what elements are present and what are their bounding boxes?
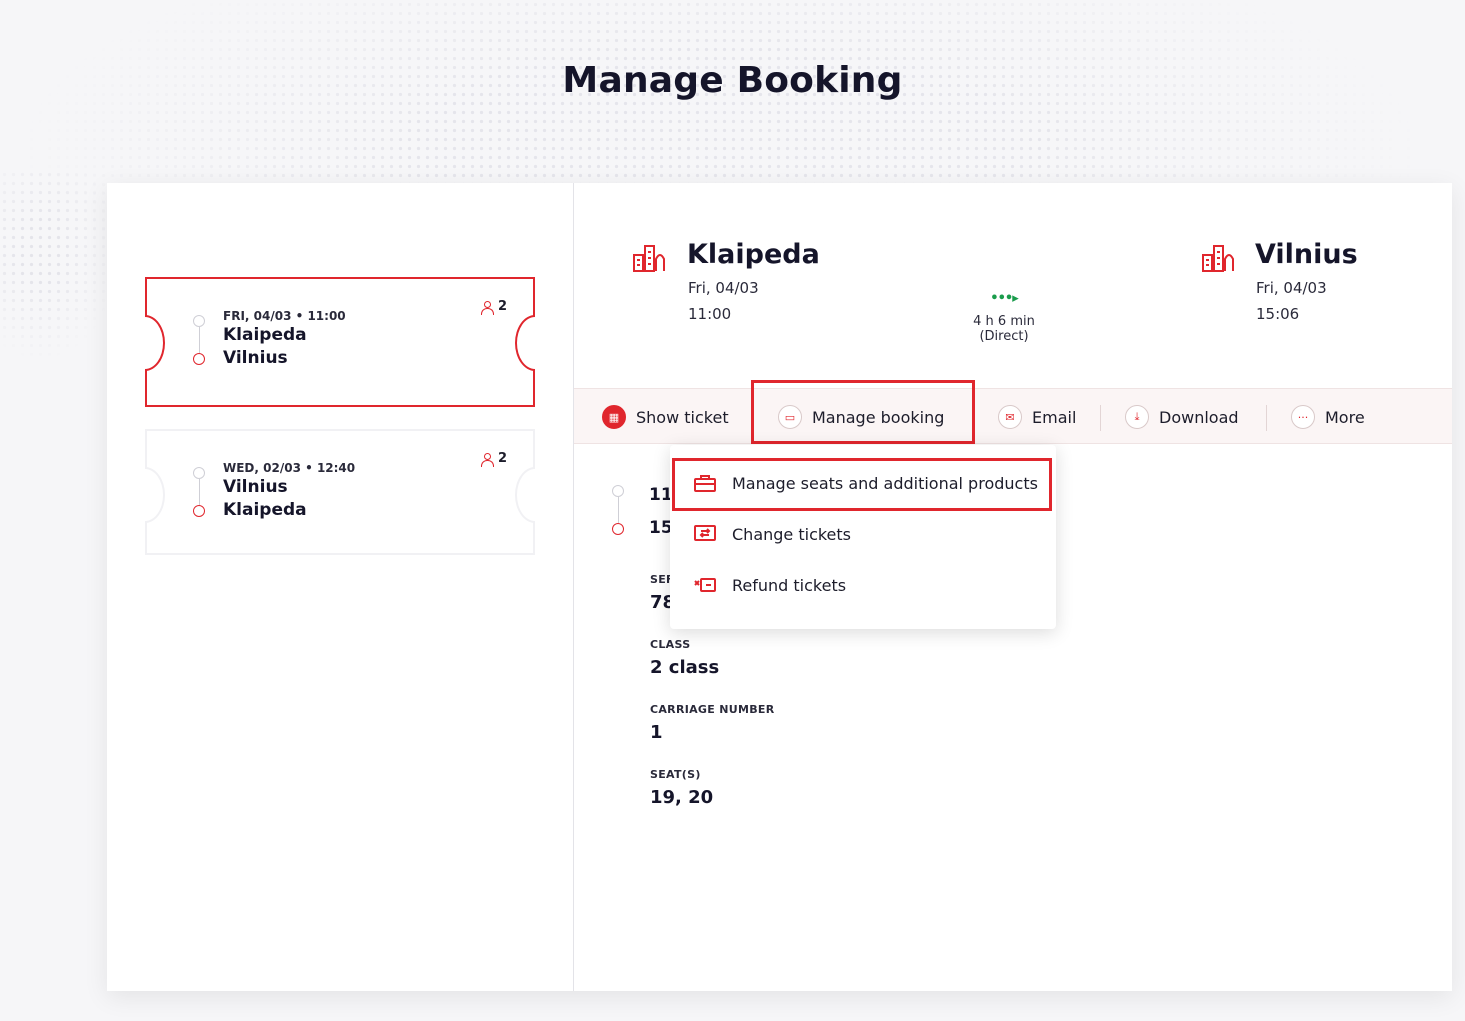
trip-origin: Vilnius xyxy=(223,477,288,497)
route-timeline xyxy=(193,467,207,517)
destination-station: Vilnius xyxy=(1255,239,1358,270)
download-icon: ⤓ xyxy=(1125,405,1149,429)
class-value: 2 class xyxy=(650,657,720,678)
trip-date: WED, 02/03 • 12:40 xyxy=(223,461,356,475)
destination-date: Fri, 04/03 xyxy=(1256,279,1327,297)
journey-duration: •••▸ 4 h 6 min (Direct) xyxy=(959,291,1049,344)
class-label: CLASS xyxy=(650,638,691,651)
person-icon xyxy=(480,300,494,315)
ticket-refund-icon xyxy=(692,575,718,595)
seats-label: SEAT(S) xyxy=(650,768,701,781)
route-timeline xyxy=(193,315,207,365)
email-button[interactable]: ✉ Email xyxy=(998,389,1076,445)
menu-item-change-tickets[interactable]: Change tickets xyxy=(692,519,851,549)
carriage-value: 1 xyxy=(650,722,663,743)
booking-card: FRI, 04/03 • 11:00 Klaipeda Vilnius 2 WE… xyxy=(107,183,1452,991)
segment-timeline xyxy=(612,485,626,537)
menu-item-refund-tickets[interactable]: Refund tickets xyxy=(692,570,846,600)
ticket-change-icon xyxy=(692,524,718,544)
station-icon xyxy=(633,245,665,272)
seats-value: 19, 20 xyxy=(650,787,714,808)
passenger-count: 2 xyxy=(480,451,507,467)
ticket-notch xyxy=(145,467,165,523)
trip-date: FRI, 04/03 • 11:00 xyxy=(223,309,346,323)
trip-origin: Klaipeda xyxy=(223,325,307,345)
trip-ticket-outbound[interactable]: FRI, 04/03 • 11:00 Klaipeda Vilnius 2 xyxy=(145,277,535,407)
passenger-count: 2 xyxy=(480,299,507,315)
world-map-background-left xyxy=(0,170,110,500)
station-icon xyxy=(1202,245,1234,272)
ticket-notch xyxy=(515,467,535,523)
origin-date: Fri, 04/03 xyxy=(688,279,759,297)
show-ticket-button[interactable]: ▦ Show ticket xyxy=(602,389,729,445)
ticket-notch xyxy=(515,315,535,371)
trip-destination: Vilnius xyxy=(223,348,288,368)
download-button[interactable]: ⤓ Download xyxy=(1125,389,1239,445)
carriage-label: CARRIAGE NUMBER xyxy=(650,703,775,716)
direct-route-icon: •••▸ xyxy=(990,291,1018,306)
more-icon: ··· xyxy=(1291,405,1315,429)
origin-time: 11:00 xyxy=(688,305,732,323)
trip-destination: Klaipeda xyxy=(223,500,307,520)
page-title: Manage Booking xyxy=(562,60,903,101)
ticket-notch xyxy=(145,315,165,371)
mail-icon: ✉ xyxy=(998,405,1022,429)
highlight-manage-booking xyxy=(751,380,975,444)
booking-actions-toolbar: ▦ Show ticket ▭ Manage booking ✉ Email ⤓… xyxy=(574,388,1452,444)
highlight-manage-seats xyxy=(672,458,1052,511)
panel-divider xyxy=(573,183,574,991)
origin-station: Klaipeda xyxy=(687,239,820,270)
destination-time: 15:06 xyxy=(1256,305,1300,323)
trip-ticket-return[interactable]: WED, 02/03 • 12:40 Vilnius Klaipeda 2 xyxy=(145,429,535,555)
qr-code-icon: ▦ xyxy=(602,405,626,429)
person-icon xyxy=(480,452,494,467)
more-button[interactable]: ··· More xyxy=(1291,389,1365,445)
